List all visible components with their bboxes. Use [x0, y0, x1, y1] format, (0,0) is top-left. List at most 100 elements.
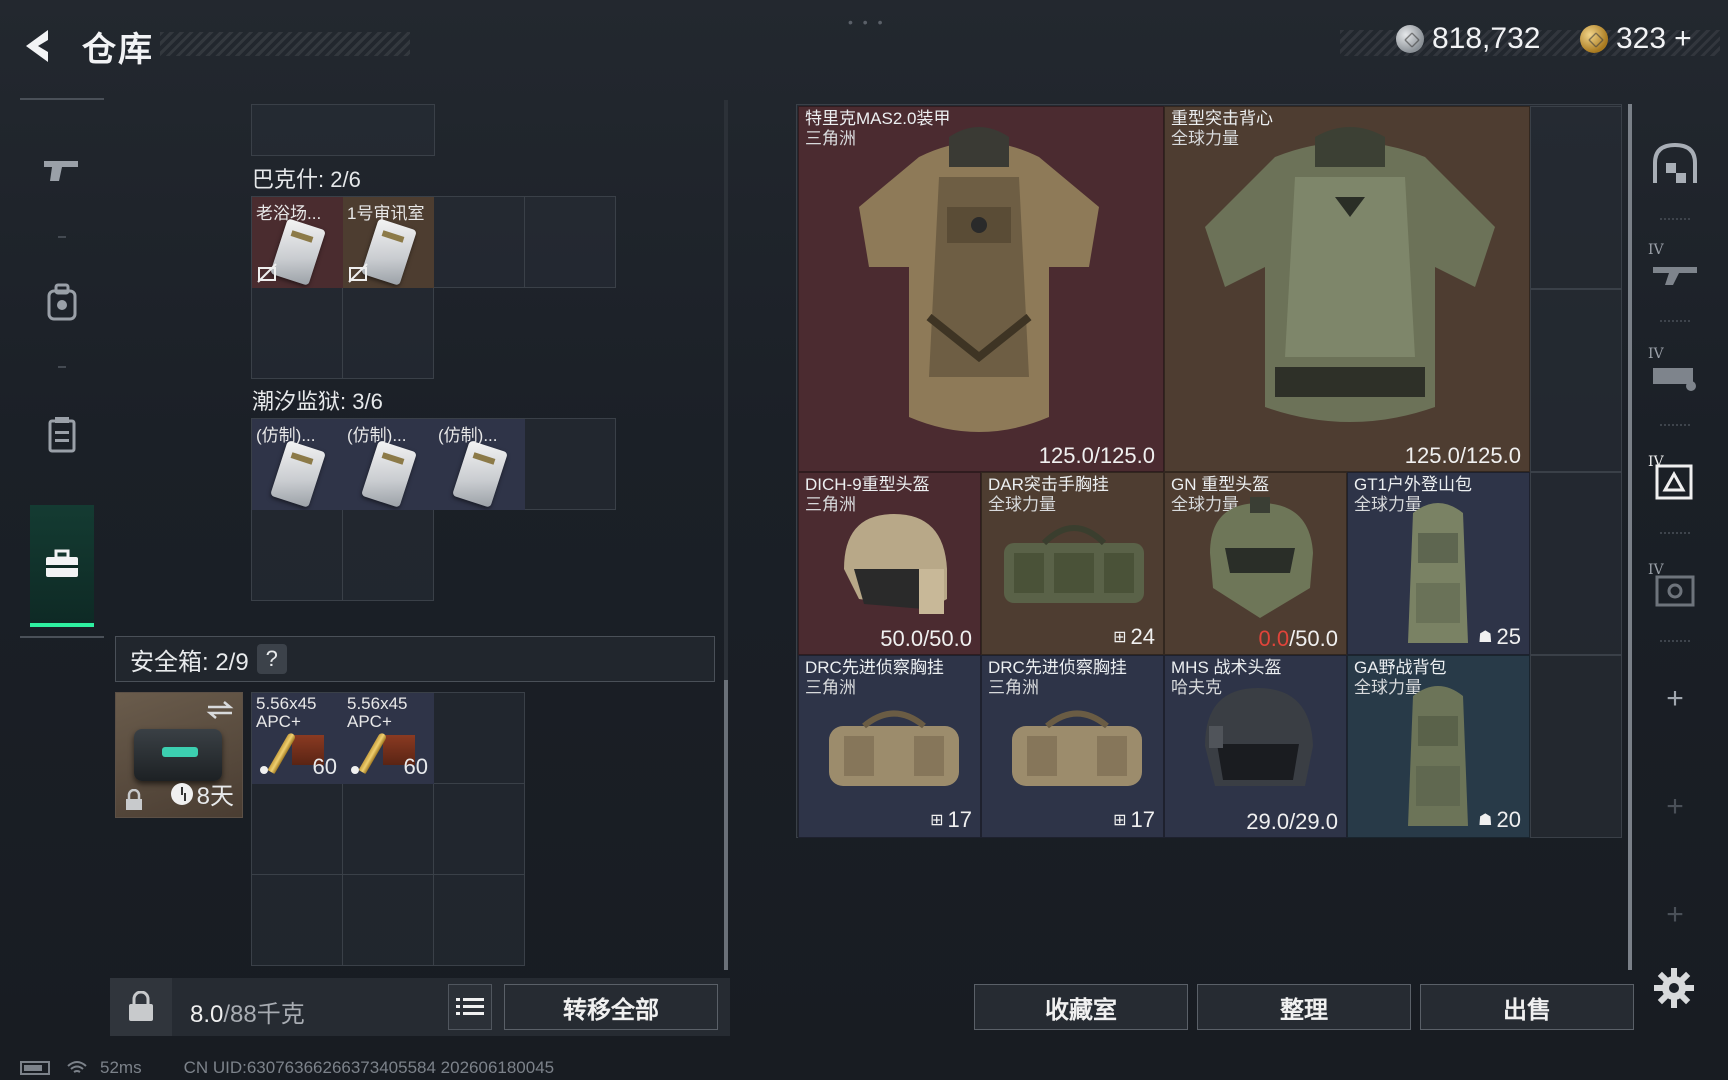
item-origin: 三角洲	[988, 678, 1039, 697]
back-arrow-icon[interactable]	[18, 26, 58, 66]
safe-case-icon	[134, 729, 222, 781]
key-card-item[interactable]: (仿制)...	[434, 419, 525, 510]
collection-room-button[interactable]: 收藏室	[974, 984, 1188, 1030]
sell-button[interactable]: 出售	[1420, 984, 1634, 1030]
add-gold-button[interactable]: +	[1674, 22, 1692, 56]
item-name: (仿制)...	[347, 426, 407, 445]
plus-icon: +	[1666, 790, 1684, 823]
left-scrollbar-thumb[interactable]	[724, 680, 728, 970]
stash-item-armor[interactable]: 重型突击背心 全球力量 125.0/125.0	[1164, 106, 1530, 472]
filter-separator	[1660, 218, 1690, 220]
grid-cell[interactable]	[251, 874, 343, 966]
nav-weapons[interactable]	[30, 138, 94, 202]
rifle-icon	[1653, 267, 1697, 285]
transfer-all-button[interactable]: 转移全部	[504, 984, 718, 1030]
grid-cell[interactable]	[1530, 472, 1622, 655]
grid-cell[interactable]	[524, 418, 616, 510]
item-name: DRC先进侦察胸挂	[988, 658, 1127, 677]
grid-cell[interactable]	[1530, 289, 1622, 472]
sort-button[interactable]: 整理	[1197, 984, 1411, 1030]
safe-box-case[interactable]: 8天	[115, 692, 243, 818]
grid-cell[interactable]	[251, 783, 343, 875]
ammo-item[interactable]: 5.56x45 APC+ 60	[343, 693, 434, 784]
grid-cell[interactable]	[524, 196, 616, 288]
left-scrollbar[interactable]	[724, 100, 728, 970]
gold-currency[interactable]: 323 +	[1580, 22, 1692, 56]
item-durability: 125.0/125.0	[1038, 443, 1155, 468]
add-stash-page-button-disabled[interactable]: +	[1640, 880, 1710, 950]
grid-cell[interactable]	[433, 874, 525, 966]
stash-item-chest-rig[interactable]: DRC先进侦察胸挂 三角洲 ⊞ 17	[981, 655, 1164, 838]
swap-icon[interactable]	[206, 699, 234, 721]
add-stash-page-button-disabled[interactable]: +	[1640, 772, 1710, 842]
keycard-icon	[361, 440, 417, 508]
help-button[interactable]: ?	[256, 644, 287, 674]
item-durability: 29.0/29.0	[1246, 809, 1338, 834]
grid-cell[interactable]	[433, 692, 525, 784]
stash-item-helmet[interactable]: MHS 战术头盔 哈夫克 29.0/29.0	[1164, 655, 1347, 838]
backpack-icon	[47, 283, 77, 321]
grid-cell[interactable]	[342, 783, 434, 875]
settings-gear-icon[interactable]	[1652, 966, 1696, 1010]
item-name: GA野战背包	[1354, 658, 1447, 677]
grid-cell[interactable]	[342, 509, 434, 601]
keycard-icon	[270, 440, 326, 508]
grid-cell[interactable]	[251, 104, 435, 156]
case-filter-icon	[1655, 575, 1695, 607]
nav-consumables[interactable]	[30, 402, 94, 466]
stash-item-chest-rig[interactable]: DRC先进侦察胸挂 三角洲 ⊞ 17	[798, 655, 981, 838]
stash-scrollbar-thumb[interactable]	[1628, 104, 1632, 970]
days-remaining: 8天	[196, 783, 234, 810]
nav-separator	[58, 366, 66, 368]
grid-cell[interactable]	[251, 287, 343, 379]
keycard-icon	[361, 218, 417, 286]
capacity-value: 17	[947, 807, 972, 832]
item-capacity: ☗ 20	[1478, 807, 1521, 833]
body-armor-icon	[859, 127, 1099, 432]
keycard-icon	[270, 218, 326, 286]
grid-cell[interactable]	[342, 287, 434, 379]
stash-item-chest-rig[interactable]: DAR突击手胸挂 全球力量 ⊞ 24	[981, 472, 1164, 655]
stash-item-helmet[interactable]: GN 重型头盔 全球力量 0.0/50.0	[1164, 472, 1347, 655]
grid-cell[interactable]	[433, 196, 525, 288]
stash-scrollbar[interactable]	[1628, 104, 1632, 970]
key-card-item[interactable]: 老浴场...	[252, 197, 343, 288]
weight-indicator: 8.0/88千克	[190, 994, 305, 1029]
level-label: IV	[1648, 562, 1664, 578]
grid-cell[interactable]	[342, 874, 434, 966]
stash-item-helmet[interactable]: DICH-9重型头盔 三角洲 50.0/50.0	[798, 472, 981, 655]
key-card-item[interactable]: (仿制)...	[252, 419, 343, 510]
filter-level-weapon[interactable]: IV	[1640, 232, 1710, 302]
list-view-button[interactable]	[448, 984, 492, 1030]
nav-equipment[interactable]	[30, 270, 94, 334]
capacity-value: 25	[1496, 624, 1521, 649]
uninsured-icon	[348, 263, 368, 283]
weight-capacity-icon: ☗	[1478, 629, 1493, 646]
pistol-icon	[44, 161, 78, 181]
filter-level-armor[interactable]: IV	[1640, 336, 1710, 406]
grid-cell[interactable]	[1530, 106, 1622, 289]
grid-cell[interactable]	[1530, 655, 1622, 838]
item-name: GT1户外登山包	[1354, 475, 1473, 494]
grid-capacity-icon: ⊞	[1113, 629, 1127, 646]
add-stash-page-button[interactable]: +	[1640, 664, 1710, 734]
key-card-item[interactable]: (仿制)...	[343, 419, 434, 510]
clock-icon	[170, 782, 193, 805]
nav-keys[interactable]	[30, 505, 94, 627]
ammo-item[interactable]: 5.56x45 APC+ 60	[252, 693, 343, 784]
grid-cell[interactable]	[251, 509, 343, 601]
filter-level-keys[interactable]: IV	[1640, 444, 1710, 514]
stash-item-backpack[interactable]: GA野战背包 全球力量 ☗ 20	[1347, 655, 1530, 838]
key-card-item[interactable]: 1号审讯室	[343, 197, 434, 288]
filter-level-misc[interactable]: IV	[1640, 552, 1710, 622]
vehicle-icon	[1653, 368, 1696, 391]
stash-item-backpack[interactable]: GT1户外登山包 全球力量 ☗ 25	[1347, 472, 1530, 655]
level-label: IV	[1648, 454, 1664, 470]
level-label: IV	[1648, 346, 1664, 362]
stash-item-armor[interactable]: 特里克MAS2.0装甲 三角洲 125.0/125.0	[798, 106, 1164, 472]
wifi-icon	[67, 1061, 87, 1073]
lock-button[interactable]	[110, 978, 172, 1036]
grid-cell[interactable]	[433, 783, 525, 875]
briefcase-icon	[46, 549, 78, 577]
filter-all[interactable]	[1640, 128, 1710, 198]
